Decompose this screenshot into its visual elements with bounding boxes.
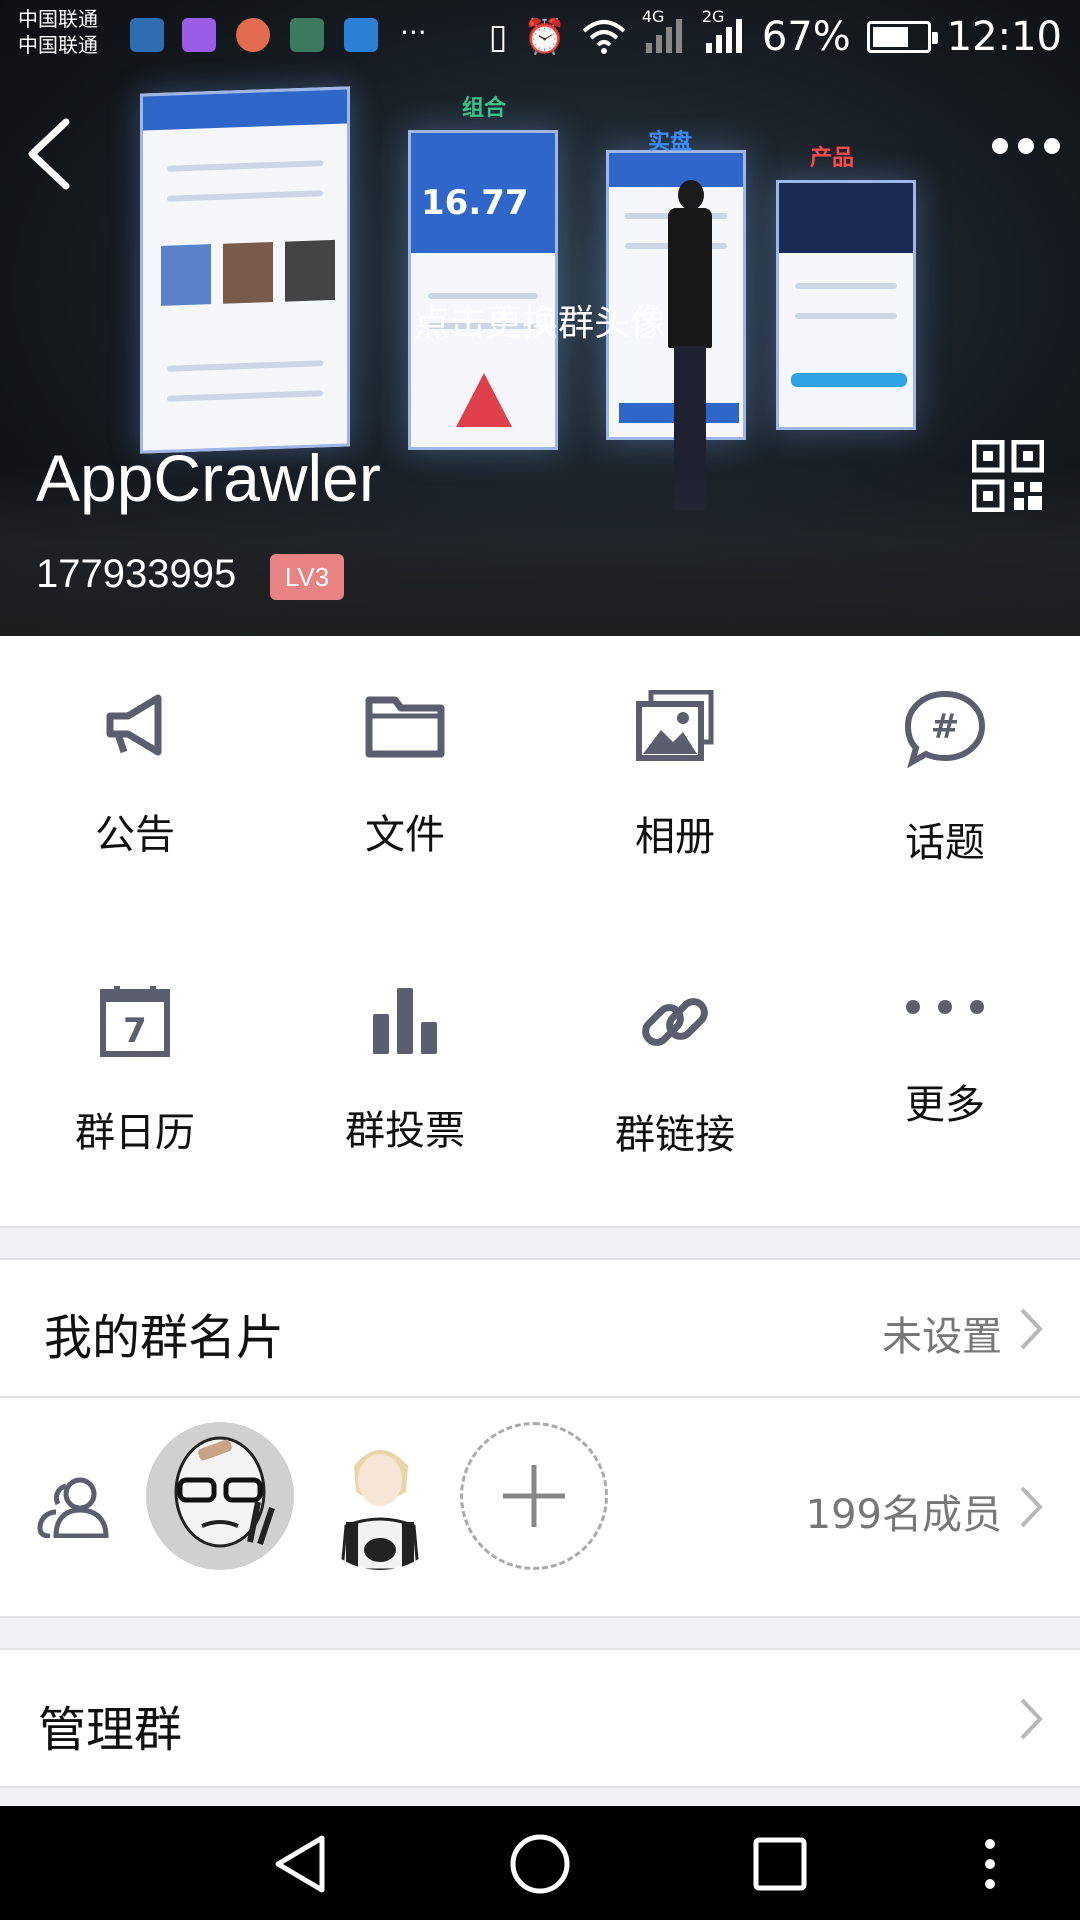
chevron-right-icon [1020,1698,1043,1740]
feature-link[interactable]: 群链接 [540,930,810,1158]
feature-calendar[interactable]: 7 群日历 [0,930,270,1156]
my-group-card-value: 未设置 [882,1314,1002,1360]
battery-percent: 67% [761,14,851,60]
nav-back-icon[interactable] [270,1832,334,1896]
chevron-right-icon [1020,1308,1043,1350]
group-features-grid: 公告 文件 相册 # 话题 7 群日历 群投票 群链接 更多 [0,636,1080,1226]
feature-label: 更多 [905,1082,985,1128]
clock: 12:10 [946,14,1062,60]
feature-album[interactable]: 相册 [540,636,810,860]
plus-icon [503,1465,565,1527]
more-options-icon[interactable] [992,138,1060,154]
card-app-icon [344,18,378,52]
status-bar: 中国联通 中国联通 ··· ▯ ⏰ 4G 2G 67% 12:10 [0,0,1080,76]
signal-2g-icon: 2G [702,7,746,59]
svg-text:#: # [931,707,960,747]
carrier-label: 中国联通 中国联通 [18,7,98,57]
megaphone-icon [106,694,162,756]
feature-label: 群链接 [615,1112,735,1158]
system-navigation-bar [0,1806,1080,1920]
group-name: AppCrawler [36,441,381,515]
more-icon [906,1000,984,1014]
my-group-card-label: 我的群名片 [44,1310,285,1366]
back-arrow-icon[interactable] [22,112,82,196]
feature-label: 群日历 [75,1110,195,1156]
manage-group-label: 管理群 [38,1702,183,1758]
gallery-app-icon [182,18,216,52]
group-header-banner[interactable]: 16.77 组合 实盘 产品 中国联通 中国联通 ··· ▯ ⏰ 4G 2G 6… [0,0,1080,636]
overflow-notifications-icon: ··· [400,16,427,49]
vibrate-icon: ▯ [488,17,508,57]
signal-4g-icon: 4G [642,7,686,59]
feature-files[interactable]: 文件 [270,636,540,858]
stage-number: 16.77 [421,183,529,223]
photo-album-icon [636,690,714,761]
manage-group-row[interactable]: 管理群 [0,1650,1080,1786]
feature-label: 群投票 [345,1108,465,1154]
feature-label: 话题 [905,820,985,866]
feature-announcement[interactable]: 公告 [0,636,270,858]
blocked-app-icon [236,18,270,52]
calendar-icon: 7 [100,986,170,1057]
nav-recents-icon[interactable] [748,1832,812,1896]
feature-topics[interactable]: # 话题 [810,636,1080,866]
feature-label: 文件 [365,812,445,858]
feature-label: 公告 [95,812,175,858]
group-id: 177933995 [36,552,237,596]
stage-screen-2: 16.77 [408,130,558,450]
stage-label-2: 实盘 [648,130,693,155]
folder-icon [365,696,445,758]
member-avatar[interactable] [146,1422,294,1570]
members-row[interactable]: 199名成员 [0,1398,1080,1616]
stage-label-1: 组合 [462,96,507,121]
qr-code-icon[interactable] [972,440,1044,512]
stage-screen-1 [140,86,350,454]
level-badge: LV3 [270,554,344,600]
topic-icon: # [904,690,986,768]
nav-home-icon[interactable] [508,1832,572,1896]
bar-chart-icon [373,988,437,1054]
battery-icon [866,21,938,53]
chevron-right-icon [1020,1486,1043,1528]
shield-app-icon [290,18,324,52]
stage-label-3: 产品 [810,146,855,171]
member-avatar[interactable] [306,1422,454,1570]
change-group-avatar[interactable]: 点击更换群头像 [0,294,1080,346]
add-member-button[interactable] [460,1422,608,1570]
members-icon [37,1477,109,1538]
wifi-icon [582,20,626,54]
feature-vote[interactable]: 群投票 [270,930,540,1154]
health-app-icon [130,18,164,52]
nav-menu-icon[interactable] [958,1832,1022,1896]
my-group-card-row[interactable]: 我的群名片 未设置 [0,1260,1080,1396]
feature-more[interactable]: 更多 [810,930,1080,1130]
svg-text:7: 7 [123,1011,147,1051]
alarm-icon: ⏰ [523,17,566,57]
link-icon [642,998,708,1046]
feature-label: 相册 [635,814,715,860]
member-count: 199名成员 [805,1492,1002,1538]
